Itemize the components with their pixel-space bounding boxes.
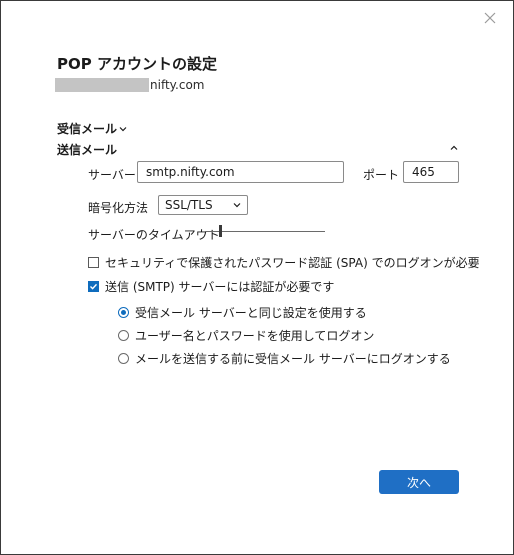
server-timeout-label: サーバーのタイムアウト (88, 228, 220, 242)
radio-button[interactable] (118, 307, 129, 318)
pop-account-settings-dialog: POP アカウントの設定 nifty.com 受信メール 送信メール サーバー … (0, 0, 514, 555)
smtp-auth-label: 送信 (SMTP) サーバーには認証が必要です (105, 280, 335, 294)
radio-dot (121, 310, 126, 315)
smtp-server-label: サーバー (88, 168, 136, 182)
radio-button[interactable] (118, 353, 129, 364)
radio-button[interactable] (118, 330, 129, 341)
port-input[interactable]: 465 (403, 161, 459, 183)
incoming-mail-section-toggle[interactable]: 受信メール (57, 120, 127, 137)
chevron-up-icon (450, 145, 458, 150)
slider-thumb[interactable] (219, 225, 222, 237)
auth-option-username-password[interactable]: ユーザー名とパスワードを使用してログオン (118, 327, 374, 344)
chevron-down-icon (119, 125, 127, 133)
account-email: nifty.com (55, 77, 205, 93)
spa-checkbox[interactable] (88, 257, 99, 268)
auth-option-logon-before-send[interactable]: メールを送信する前に受信メール サーバーにログオンする (118, 350, 451, 367)
server-timeout-slider[interactable] (205, 225, 325, 237)
encryption-value: SSL/TLS (165, 198, 213, 212)
encryption-label: 暗号化方法 (88, 201, 149, 215)
checkmark-icon (90, 283, 98, 290)
smtp-auth-checkbox-row[interactable]: 送信 (SMTP) サーバーには認証が必要です (88, 278, 334, 295)
dialog-title: POP アカウントの設定 (57, 55, 217, 73)
incoming-mail-label: 受信メール (57, 122, 118, 136)
slider-track (205, 231, 325, 232)
email-domain: nifty.com (150, 78, 205, 92)
smtp-auth-checkbox[interactable] (88, 281, 99, 292)
chevron-down-icon (233, 203, 241, 208)
auth-option-label: ユーザー名とパスワードを使用してログオン (135, 329, 375, 343)
close-icon (484, 12, 496, 24)
auth-option-same-as-incoming[interactable]: 受信メール サーバーと同じ設定を使用する (118, 304, 367, 321)
port-label: ポート (363, 168, 400, 182)
spa-label: セキュリティで保護されたパスワード認証 (SPA) でのログオンが必要 (105, 256, 480, 270)
outgoing-mail-label: 送信メール (57, 143, 118, 157)
close-button[interactable] (479, 7, 501, 29)
auth-option-label: メールを送信する前に受信メール サーバーにログオンする (135, 352, 451, 366)
outgoing-mail-section: 送信メール (57, 141, 117, 158)
smtp-server-input[interactable]: smtp.nifty.com (137, 161, 344, 183)
auth-option-label: 受信メール サーバーと同じ設定を使用する (135, 306, 367, 320)
email-redaction (55, 78, 149, 92)
encryption-select[interactable]: SSL/TLS (158, 195, 248, 215)
outgoing-collapse-button[interactable] (448, 142, 460, 154)
next-button[interactable]: 次へ (379, 470, 459, 494)
spa-checkbox-row[interactable]: セキュリティで保護されたパスワード認証 (SPA) でのログオンが必要 (88, 254, 480, 271)
